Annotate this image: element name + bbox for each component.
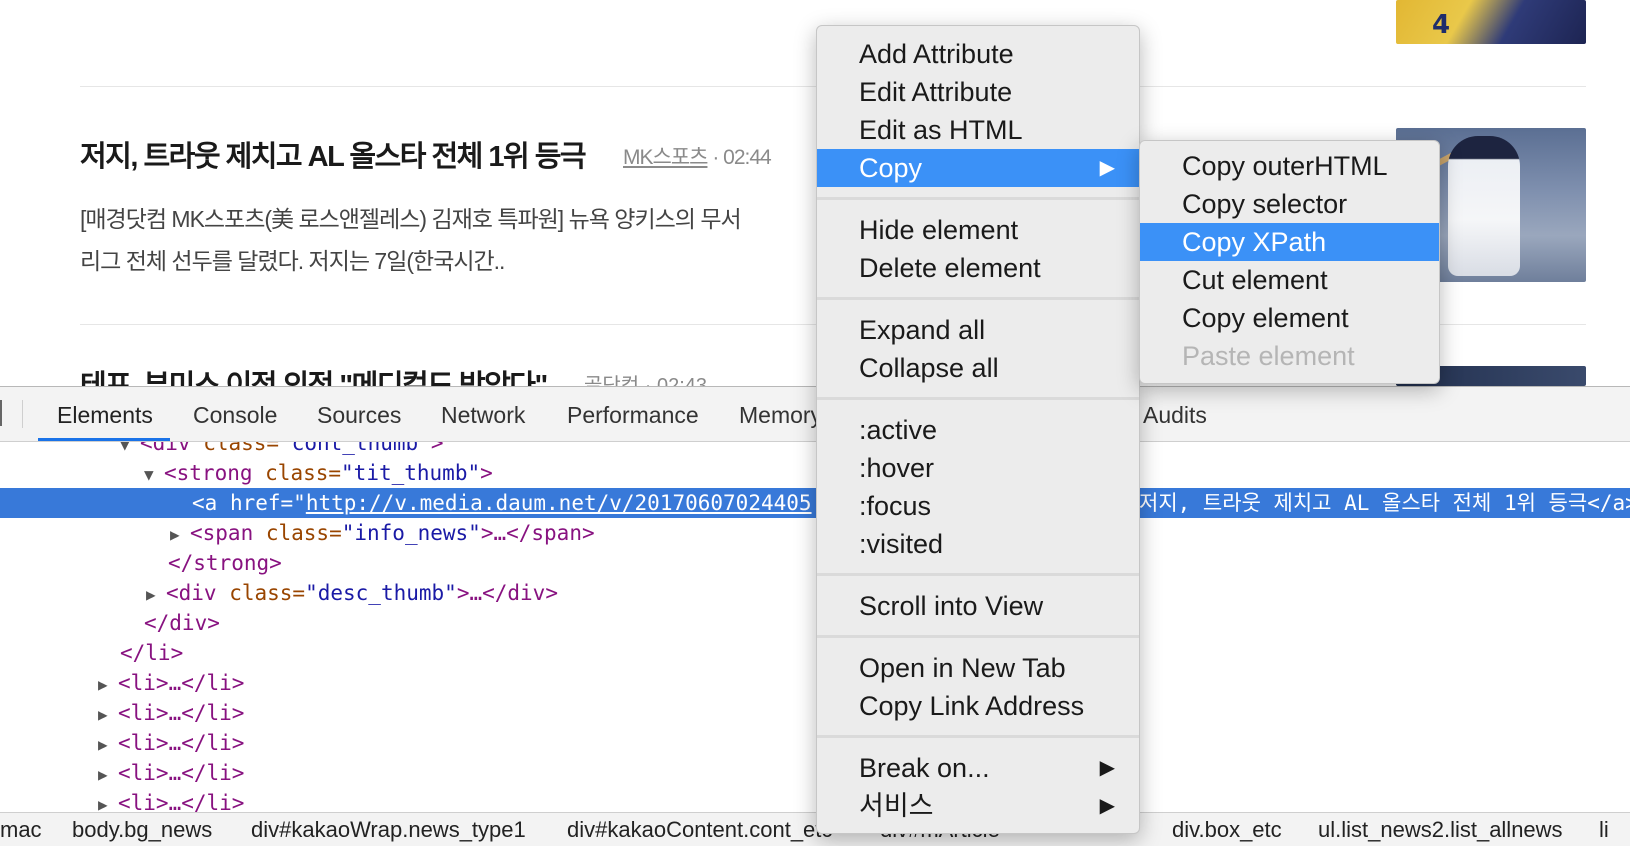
tab-separator — [22, 400, 23, 428]
tab-sources[interactable]: Sources — [317, 402, 401, 429]
devtools-panel: Elements Console Sources Network Perform… — [0, 386, 1630, 846]
article-title[interactable]: 저지, 트라웃 제치고 AL 올스타 전체 1위 등극 — [80, 133, 587, 175]
menu-item-break-on[interactable]: Break on... ▶ — [817, 749, 1139, 787]
active-tab-indicator — [38, 438, 170, 441]
jersey-number: 4 — [1432, 10, 1451, 40]
menu-item-hide-element[interactable]: Hide element — [817, 211, 1139, 249]
submenu-arrow-icon: ▶ — [1099, 757, 1115, 779]
menu-item-label: 서비스 — [859, 791, 934, 821]
breadcrumb-item[interactable]: div#kakaoContent.cont_etc — [567, 817, 832, 843]
menu-item-edit-attribute[interactable]: Edit Attribute — [817, 73, 1139, 111]
menu-item-label: Copy — [859, 153, 923, 183]
collapsed-triangle-icon[interactable]: ▶ — [98, 760, 118, 790]
article-desc-line: [매경닷컴 MK스포츠(美 로스앤젤레스) 김재호 특파원] 뉴욕 양키스의 무… — [80, 206, 742, 232]
dom-node-selected[interactable]: <a href="http://v.media.daum.net/v/20170… — [0, 488, 1630, 518]
menu-item-label: Break on... — [859, 753, 990, 783]
menu-item-collapse-all[interactable]: Collapse all — [817, 349, 1139, 387]
tab-console[interactable]: Console — [193, 402, 277, 429]
breadcrumb-item[interactable]: div.box_etc — [1172, 817, 1282, 843]
article-source[interactable]: MK스포츠 — [623, 146, 708, 169]
collapsed-triangle-icon[interactable]: ▶ — [98, 700, 118, 730]
article-title-next[interactable]: 테프, 부미스 이적 의적 "메디컬도 받았다" — [80, 366, 547, 386]
collapsed-triangle-icon[interactable]: ▶ — [146, 580, 166, 610]
breadcrumb: mac body.bg_news div#kakaoWrap.news_type… — [0, 812, 1630, 846]
menu-item-active[interactable]: :active — [817, 411, 1139, 449]
menu-separator — [817, 397, 1139, 400]
breadcrumb-item[interactable]: mac — [0, 817, 42, 843]
collapsed-triangle-icon[interactable]: ▶ — [170, 520, 190, 550]
menu-separator — [817, 735, 1139, 738]
article-thumbnail-top[interactable]: 4 — [1396, 0, 1586, 44]
menu-item-open-in-new-tab[interactable]: Open in New Tab — [817, 649, 1139, 687]
menu-item-copy-outerhtml[interactable]: Copy outerHTML — [1140, 147, 1439, 185]
article-description[interactable]: [매경닷컴 MK스포츠(美 로스앤젤레스) 김재호 특파원] 뉴욕 양키스의 무… — [80, 198, 820, 282]
breadcrumb-item[interactable]: div#kakaoWrap.news_type1 — [251, 817, 526, 843]
menu-item-delete-element[interactable]: Delete element — [817, 249, 1139, 287]
menu-item-copy[interactable]: Copy ▶ — [817, 149, 1139, 187]
tab-memory[interactable]: Memory — [739, 402, 822, 429]
panel-resize-handle[interactable] — [0, 400, 2, 426]
context-menu: Add Attribute Edit Attribute Edit as HTM… — [816, 25, 1140, 834]
menu-separator — [817, 197, 1139, 200]
collapsed-triangle-icon[interactable]: ▶ — [98, 730, 118, 760]
collapsed-triangle-icon[interactable]: ▶ — [98, 790, 118, 812]
menu-item-cut-element[interactable]: Cut element — [1140, 261, 1439, 299]
player-image — [1448, 136, 1520, 276]
tab-network[interactable]: Network — [441, 402, 525, 429]
menu-item-paste-element: Paste element — [1182, 341, 1355, 371]
devtools-tabbar: Elements Console Sources Network Perform… — [0, 387, 1630, 442]
expanded-triangle-icon[interactable]: ▼ — [144, 460, 164, 490]
article-meta-next: 골닷컴 · 02:43 — [584, 375, 708, 386]
menu-item-copy-xpath[interactable]: Copy XPath — [1140, 223, 1439, 261]
menu-item-copy-link-address[interactable]: Copy Link Address — [817, 687, 1139, 725]
breadcrumb-item[interactable]: body.bg_news — [72, 817, 212, 843]
breadcrumb-item[interactable]: li — [1599, 817, 1609, 843]
article-meta: MK스포츠 · 02:44 — [623, 141, 772, 171]
tab-performance[interactable]: Performance — [567, 402, 699, 429]
menu-separator — [817, 635, 1139, 638]
submenu-arrow-icon: ▶ — [1099, 157, 1115, 179]
menu-separator — [817, 573, 1139, 576]
breadcrumb-item[interactable]: ul.list_news2.list_allnews — [1318, 817, 1563, 843]
tab-audits[interactable]: Audits — [1143, 402, 1207, 429]
menu-item-copy-selector[interactable]: Copy selector — [1140, 185, 1439, 223]
menu-item-copy-element[interactable]: Copy element — [1140, 299, 1439, 337]
menu-item-focus[interactable]: :focus — [817, 487, 1139, 525]
menu-item-visited[interactable]: :visited — [817, 525, 1139, 563]
menu-item-expand-all[interactable]: Expand all — [817, 311, 1139, 349]
menu-item-hover[interactable]: :hover — [817, 449, 1139, 487]
copy-submenu: Copy outerHTML Copy selector Copy XPath … — [1139, 140, 1440, 384]
article-time: · 02:44 — [712, 146, 771, 169]
collapsed-triangle-icon[interactable]: ▶ — [98, 670, 118, 700]
menu-separator — [817, 297, 1139, 300]
href-link[interactable]: http://v.media.daum.net/v/20170607024405 — [306, 491, 812, 515]
menu-item-add-attribute[interactable]: Add Attribute — [817, 35, 1139, 73]
submenu-arrow-icon: ▶ — [1099, 795, 1115, 817]
anchor-text: 저지, 트라웃 제치고 AL 올스타 전체 1위 등극</a>> — [1139, 491, 1630, 515]
expanded-triangle-icon[interactable]: ▼ — [120, 442, 140, 460]
menu-item-edit-as-html[interactable]: Edit as HTML — [817, 111, 1139, 149]
article-desc-line: 리그 전체 선두를 달렸다. 저지는 7일(한국시간.. — [80, 248, 505, 274]
tab-elements[interactable]: Elements — [57, 402, 153, 429]
menu-item-services[interactable]: 서비스 ▶ — [817, 787, 1139, 825]
dom-tree: ▼ <div class="cont_thumb"> ▼ <strong class… — [0, 442, 1630, 812]
menu-item-scroll-into-view[interactable]: Scroll into View — [817, 587, 1139, 625]
